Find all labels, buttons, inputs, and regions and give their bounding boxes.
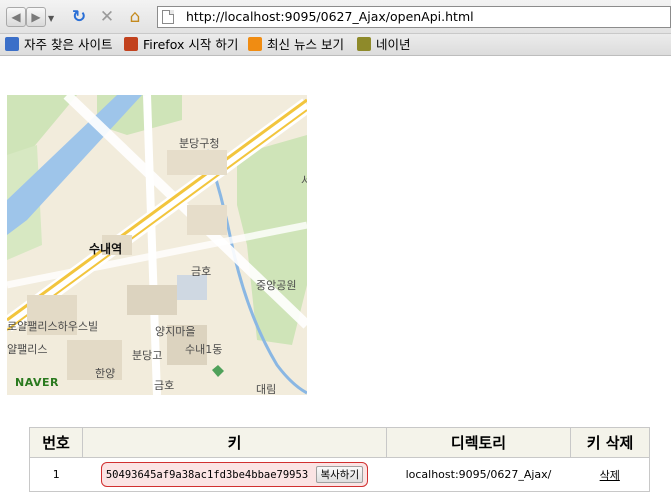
- map-label-hanyang: 한양: [95, 367, 116, 380]
- home-icon[interactable]: ⌂: [125, 7, 145, 27]
- address-bar[interactable]: http://localhost:9095/0627_Ajax/openApi.…: [157, 6, 671, 28]
- api-key-box: 50493645af9a38ac1fd3be4bbae79953 복사하기: [100, 462, 369, 487]
- page-icon: [162, 10, 174, 24]
- bookmark-label: Firefox 시작 하기: [143, 37, 239, 52]
- map-label-bundang-high: 분당고: [132, 349, 163, 362]
- row-delete-cell: 삭제: [570, 457, 650, 492]
- bookmark-label: 최신 뉴스 보기: [267, 37, 344, 52]
- header-delete: 키 삭제: [570, 427, 650, 458]
- history-dropdown-icon[interactable]: ▼: [48, 14, 54, 23]
- map-label-palace-1: 로얄팰리스하우스빌: [7, 320, 99, 333]
- map-label-station: 수내역: [89, 242, 123, 256]
- header-number: 번호: [29, 427, 83, 458]
- naver-logo: NAVER: [15, 376, 59, 389]
- map-label-palace-2: 얄팰리스: [7, 343, 48, 356]
- bookmark-label: 네이년: [376, 37, 411, 52]
- bookmark-most-visited[interactable]: 자주 찾은 사이트: [5, 37, 112, 53]
- map-label-yangji: 양지마을: [155, 325, 196, 338]
- browser-toolbar: ◀ ▶ ▼ ↻ ✕ ⌂ http://localhost:9095/0627_A…: [0, 0, 671, 34]
- map-label-district-office: 분당구청: [179, 137, 220, 150]
- table-row: 1 50493645af9a38ac1fd3be4bbae79953 복사하기 …: [29, 457, 650, 492]
- api-key-value[interactable]: 50493645af9a38ac1fd3be4bbae79953: [106, 469, 308, 481]
- rss-icon: [248, 37, 262, 51]
- forward-arrow-icon[interactable]: ▶: [26, 7, 46, 27]
- header-directory: 디렉토리: [386, 427, 571, 458]
- table-header-row: 번호 키 디렉토리 키 삭제: [29, 427, 650, 458]
- map-label-sunae1: 수내1동: [185, 343, 223, 356]
- naver-icon: [357, 37, 371, 51]
- row-number: 1: [29, 457, 83, 492]
- map-label-geumho: 금호: [191, 265, 212, 278]
- back-arrow-icon[interactable]: ◀: [6, 7, 26, 27]
- most-visited-icon: [5, 37, 19, 51]
- bookmarks-toolbar: 자주 찾은 사이트 Firefox 시작 하기 최신 뉴스 보기 네이년: [0, 34, 671, 56]
- bookmark-label: 자주 찾은 사이트: [24, 37, 113, 52]
- map-label-central-park: 중앙공원: [256, 279, 297, 292]
- bookmark-firefox[interactable]: Firefox 시작 하기: [124, 37, 238, 53]
- firefox-icon: [124, 37, 138, 51]
- bookmark-news[interactable]: 최신 뉴스 보기: [248, 37, 344, 53]
- reload-icon[interactable]: ↻: [69, 7, 89, 27]
- delete-link[interactable]: 삭제: [600, 469, 620, 482]
- row-key-cell: 50493645af9a38ac1fd3be4bbae79953 복사하기: [82, 457, 387, 492]
- naver-map[interactable]: 분당구청 수내역 금호 중앙공원 로얄팰리스하우스빌 양지마을 얄팰리스 수내1…: [7, 95, 307, 395]
- copy-button[interactable]: 복사하기: [316, 466, 364, 483]
- header-key: 키: [82, 427, 387, 458]
- bookmark-naver[interactable]: 네이년: [357, 37, 411, 53]
- api-key-table: 번호 키 디렉토리 키 삭제 1 50493645af9a38ac1fd3be4…: [29, 427, 650, 492]
- map-label-daerim: 대림: [256, 383, 277, 395]
- stop-icon[interactable]: ✕: [97, 7, 117, 27]
- row-directory: localhost:9095/0627_Ajax/: [386, 457, 571, 492]
- map-label-geumho-2: 금호: [154, 379, 175, 392]
- map-label-edge: 서: [301, 174, 307, 187]
- url-text[interactable]: http://localhost:9095/0627_Ajax/openApi.…: [186, 9, 474, 24]
